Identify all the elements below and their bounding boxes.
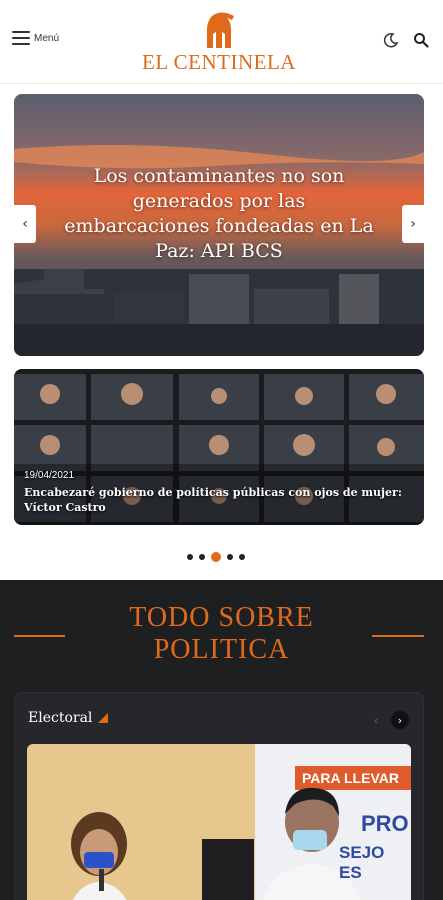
- slider-next-button[interactable]: ›: [402, 205, 424, 243]
- chevron-left-icon: ‹: [22, 216, 28, 232]
- header-actions: [383, 32, 429, 48]
- card-prev-button[interactable]: ‹: [367, 711, 385, 729]
- moon-icon[interactable]: [383, 32, 399, 48]
- search-icon[interactable]: [413, 32, 429, 48]
- featured-slide-title[interactable]: Los contaminantes no son generados por l…: [64, 164, 374, 264]
- politics-section: TODO SOBRE POLITICA Electoral ‹ › PARA L…: [0, 580, 443, 900]
- secondary-slide-title[interactable]: Encabezaré gobierno de políticas pública…: [24, 485, 419, 515]
- card-header: Electoral: [28, 710, 109, 726]
- card-image[interactable]: PARA LLEVAR PRO SEJO ES: [27, 744, 411, 900]
- chevron-right-icon: ›: [397, 713, 403, 727]
- menu-label: Menú: [34, 32, 60, 44]
- slider-prev-button[interactable]: ‹: [14, 205, 36, 243]
- card-next-button[interactable]: ›: [391, 711, 409, 729]
- section-title-line2: POLITICA: [153, 634, 290, 665]
- chevron-right-icon: ›: [410, 216, 416, 232]
- card-navigation: ‹ ›: [367, 711, 409, 729]
- banner-text-top: PARA LLEVAR: [302, 770, 399, 786]
- slider-dot[interactable]: [199, 554, 205, 560]
- slider-dot[interactable]: [187, 554, 193, 560]
- chevron-left-icon: ‹: [373, 713, 379, 727]
- site-logo[interactable]: EL CENTINELA: [134, 10, 304, 74]
- electoral-card: Electoral ‹ › PARA LLEVAR PRO SEJO ES: [14, 692, 424, 900]
- menu-button[interactable]: Menú: [12, 31, 59, 45]
- card-category-label[interactable]: Electoral: [28, 710, 92, 726]
- section-title-line1: TODO SOBRE: [129, 602, 314, 633]
- slider-dot[interactable]: [239, 554, 245, 560]
- slider-dot-active[interactable]: [211, 552, 221, 562]
- section-divider-left: [14, 635, 65, 637]
- site-header: Menú EL CENTINELA: [0, 0, 443, 84]
- spartan-helmet-icon: [207, 12, 234, 48]
- secondary-slide[interactable]: 19/04/2021 Encabezaré gobierno de políti…: [14, 369, 424, 525]
- slider-dot[interactable]: [227, 554, 233, 560]
- menu-icon: [12, 31, 30, 45]
- slider-pagination: [187, 552, 245, 562]
- featured-slide[interactable]: Los contaminantes no son generados por l…: [14, 94, 424, 356]
- section-title: TODO SOBRE POLITICA: [80, 602, 363, 666]
- banner-text-mid: PRO: [361, 811, 409, 836]
- logo-text: EL CENTINELA: [142, 50, 296, 74]
- section-divider-right: [372, 635, 424, 637]
- banner-text-bottom: SEJO ES: [339, 843, 385, 882]
- corner-triangle-icon: [98, 713, 109, 723]
- slide-date: 19/04/2021: [24, 470, 75, 481]
